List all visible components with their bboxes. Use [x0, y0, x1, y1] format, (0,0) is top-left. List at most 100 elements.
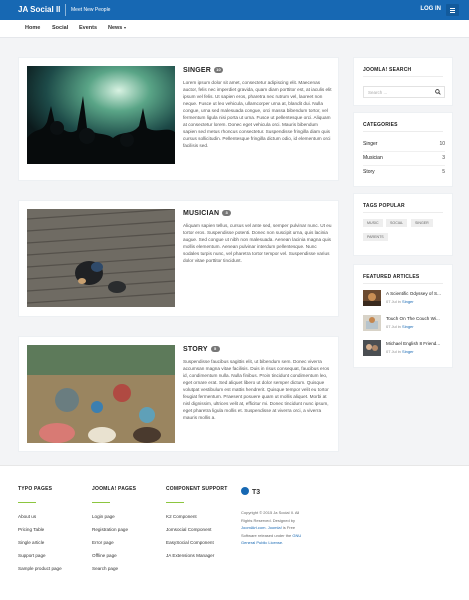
- featured-title[interactable]: Touch On The Couch Wi...: [386, 316, 446, 321]
- featured-item[interactable]: A Scientific Odyssey of S... 07 Jul in S…: [363, 290, 445, 306]
- category-item-musician[interactable]: Musician 3: [363, 152, 445, 166]
- featured-date: 07 Jul in: [386, 299, 401, 304]
- site-logo[interactable]: JA Social II: [18, 5, 60, 14]
- divider: [363, 131, 443, 132]
- category-count: 3: [442, 155, 445, 161]
- hamburger-icon-line: [450, 12, 455, 13]
- top-bar: JA Social II Meet New People LOG IN: [0, 0, 469, 20]
- footer-heading: COMPONENT SUPPORT: [166, 486, 228, 492]
- category-count: 10: [439, 141, 445, 147]
- panel-title: FEATURED ARTICLES: [363, 274, 420, 280]
- hits-badge: 10: [214, 67, 224, 73]
- article-card-story: STORY 5 Suspendisse faucibus sagittis eli…: [18, 336, 339, 452]
- search-input[interactable]: Search ...: [363, 86, 445, 98]
- featured-item[interactable]: Touch On The Couch Wi... 07 Jul in Singe…: [363, 315, 445, 331]
- hamburger-icon: [450, 8, 455, 9]
- tags-panel: TAGS POPULAR MUSIC SOCIAL SINGER PARENTS: [353, 193, 453, 256]
- chevron-down-icon: [124, 26, 127, 29]
- menu-toggle-button[interactable]: [446, 4, 459, 16]
- article-card-musician: MUSICIAN 3 Aliquam sapien tellus, cursus …: [18, 200, 339, 317]
- featured-thumbnail[interactable]: [363, 340, 381, 356]
- tag-music[interactable]: MUSIC: [363, 219, 383, 227]
- category-name: Singer: [363, 141, 378, 147]
- footer-link[interactable]: EasySocial Component: [166, 540, 227, 553]
- tag-social[interactable]: SOCIAL: [386, 219, 408, 227]
- article-intro: Suspendisse faucibus sagittis elit, ut b…: [183, 359, 330, 420]
- footer-column-joomla: JOOMLA! PAGES Login page Registration pa…: [92, 486, 136, 579]
- t3-logo[interactable]: T3: [241, 487, 260, 496]
- footer-link[interactable]: Login page: [92, 514, 136, 527]
- featured-title[interactable]: Michael English 8 Friend...: [386, 341, 446, 346]
- tag-singer[interactable]: SINGER: [411, 219, 433, 227]
- footer-link[interactable]: Registration page: [92, 527, 136, 540]
- site-footer: TYPO PAGES About us Pricing Table Single…: [0, 465, 469, 600]
- panel-title: TAGS POPULAR: [363, 203, 405, 209]
- footer-link[interactable]: Support page: [18, 553, 62, 566]
- joomlart-link[interactable]: JoomlArt.com.: [241, 525, 267, 530]
- footer-link[interactable]: Offline page: [92, 553, 136, 566]
- nav-item-news-label: News: [108, 25, 123, 31]
- article-card-singer: SINGER 10 Lorem ipsum dolor sit amet, con…: [18, 57, 339, 181]
- featured-meta: 07 Jul in Singer: [386, 299, 414, 304]
- hits-badge: 3: [222, 210, 232, 216]
- joomla-link[interactable]: Joomla!: [268, 525, 282, 530]
- article-title-text: SINGER: [183, 67, 212, 74]
- footer-link[interactable]: Search page: [92, 566, 136, 579]
- categories-panel: CATEGORIES Singer 10 Musician 3 Story 5: [353, 112, 453, 187]
- featured-category-link[interactable]: Singer: [402, 324, 414, 329]
- footer-column-components: COMPONENT SUPPORT K2 Component Jomsocial…: [166, 486, 227, 566]
- featured-thumbnail[interactable]: [363, 315, 381, 331]
- featured-item[interactable]: Michael English 8 Friend... 07 Jul in Si…: [363, 340, 445, 356]
- tag-parents[interactable]: PARENTS: [363, 233, 388, 241]
- copyright-text: Copyright © 2015 Ja Social II. All Right…: [241, 509, 311, 547]
- search-icon[interactable]: [435, 89, 441, 95]
- copyright-line: Copyright © 2015 Ja Social II. All Right…: [241, 510, 300, 523]
- article-image[interactable]: [27, 209, 175, 307]
- featured-panel: FEATURED ARTICLES A Scientific Odyssey o…: [353, 264, 453, 368]
- panel-title: JOOMLA! SEARCH: [363, 67, 412, 73]
- hamburger-icon-line: [450, 10, 455, 11]
- footer-link[interactable]: K2 Component: [166, 514, 227, 527]
- featured-category-link[interactable]: Singer: [402, 299, 414, 304]
- footer-accent-bar: [92, 502, 110, 503]
- nav-item-social[interactable]: Social: [52, 25, 68, 31]
- featured-category-link[interactable]: Singer: [402, 349, 414, 354]
- nav-item-home[interactable]: Home: [25, 25, 40, 31]
- article-title-text: STORY: [183, 346, 208, 353]
- footer-link[interactable]: Error page: [92, 540, 136, 553]
- divider: [363, 212, 443, 213]
- footer-link[interactable]: Single article: [18, 540, 62, 553]
- footer-column-typo: TYPO PAGES About us Pricing Table Single…: [18, 486, 62, 579]
- footer-link[interactable]: Pricing Table: [18, 527, 62, 540]
- footer-link[interactable]: Jomsocial Component: [166, 527, 227, 540]
- article-title[interactable]: SINGER 10: [183, 67, 224, 74]
- featured-date: 07 Jul in: [386, 324, 401, 329]
- nav-item-news[interactable]: News: [108, 25, 127, 31]
- t3-logo-text: T3: [252, 489, 261, 496]
- footer-link[interactable]: JA Extensions Manager: [166, 553, 227, 566]
- category-item-story[interactable]: Story 5: [363, 166, 445, 180]
- featured-meta: 07 Jul in Singer: [386, 324, 414, 329]
- footer-heading: TYPO PAGES: [18, 486, 53, 492]
- category-item-singer[interactable]: Singer 10: [363, 138, 445, 152]
- site-tagline: Meet New People: [65, 4, 110, 16]
- nav-item-events[interactable]: Events: [79, 25, 97, 31]
- search-panel: JOOMLA! SEARCH Search ...: [353, 57, 453, 106]
- t3-logo-icon: [241, 487, 249, 495]
- article-image[interactable]: [27, 66, 175, 164]
- footer-accent-bar: [166, 502, 184, 503]
- panel-title: CATEGORIES: [363, 122, 398, 128]
- divider: [363, 283, 443, 284]
- category-name: Story: [363, 169, 375, 175]
- featured-thumbnail[interactable]: [363, 290, 381, 306]
- footer-link[interactable]: About us: [18, 514, 62, 527]
- article-image[interactable]: [27, 345, 175, 443]
- category-count: 5: [442, 169, 445, 175]
- article-title[interactable]: STORY 5: [183, 346, 220, 353]
- divider: [363, 76, 443, 77]
- login-link[interactable]: LOG IN: [420, 6, 441, 12]
- footer-heading: JOOMLA! PAGES: [92, 486, 137, 492]
- article-title[interactable]: MUSICIAN 3: [183, 210, 232, 217]
- featured-title[interactable]: A Scientific Odyssey of S...: [386, 291, 446, 296]
- footer-link[interactable]: Sample product page: [18, 566, 62, 579]
